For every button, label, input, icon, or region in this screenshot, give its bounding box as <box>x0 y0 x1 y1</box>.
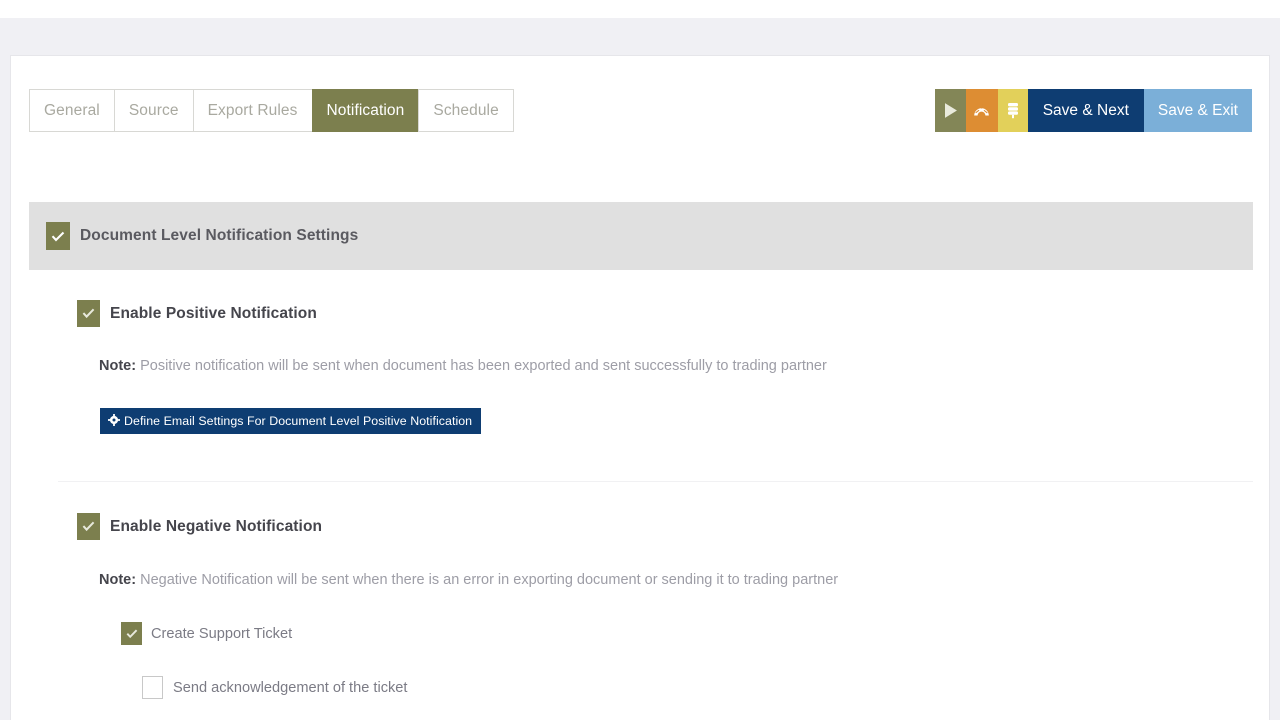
play-icon <box>944 103 957 118</box>
create-support-ticket-checkbox[interactable] <box>121 622 142 645</box>
section-divider <box>58 481 1253 482</box>
tab-export-rules[interactable]: Export Rules <box>192 89 312 132</box>
section-title: Document Level Notification Settings <box>80 227 359 244</box>
tab-bar: General Source Export Rules Notification… <box>29 89 514 132</box>
create-support-ticket-row: Create Support Ticket <box>121 622 292 645</box>
top-strip <box>0 0 1280 18</box>
positive-note-label: Note: <box>99 358 137 374</box>
tab-schedule[interactable]: Schedule <box>418 89 514 132</box>
settings-card: General Source Export Rules Notification… <box>10 55 1270 720</box>
save-and-exit-button[interactable]: Save & Exit <box>1143 89 1252 132</box>
enable-positive-notification-checkbox[interactable] <box>77 300 100 327</box>
dashboard-button[interactable] <box>965 89 998 132</box>
positive-note-text: Positive notification will be sent when … <box>140 358 827 374</box>
action-button-group: Save & Next Save & Exit <box>934 89 1252 132</box>
enable-positive-notification-label: Enable Positive Notification <box>110 304 317 322</box>
define-positive-email-settings-button[interactable]: Define Email Settings For Document Level… <box>100 408 482 434</box>
define-positive-email-settings-label: Define Email Settings For Document Level… <box>124 414 473 428</box>
section-checkbox[interactable] <box>46 222 70 250</box>
app-page: General Source Export Rules Notification… <box>0 0 1280 720</box>
tab-general[interactable]: General <box>29 89 114 132</box>
negative-notification-note: Note: Negative Notification will be sent… <box>99 572 838 588</box>
database-icon <box>1007 102 1019 119</box>
save-and-next-button[interactable]: Save & Next <box>1027 89 1144 132</box>
enable-negative-notification-checkbox[interactable] <box>77 513 100 540</box>
tab-notification[interactable]: Notification <box>311 89 419 132</box>
negative-note-text: Negative Notification will be sent when … <box>140 572 839 588</box>
send-acknowledgement-row: Send acknowledgement of the ticket <box>142 676 407 699</box>
dashboard-gauge-icon <box>973 102 990 119</box>
enable-negative-notification-label: Enable Negative Notification <box>110 517 323 535</box>
positive-notification-note: Note: Positive notification will be sent… <box>99 358 827 374</box>
tab-source[interactable]: Source <box>113 89 193 132</box>
enable-positive-notification-row: Enable Positive Notification <box>77 300 317 327</box>
gear-icon <box>108 413 120 429</box>
enable-negative-notification-row: Enable Negative Notification <box>77 513 322 540</box>
negative-note-label: Note: <box>99 572 137 588</box>
send-acknowledgement-checkbox[interactable] <box>142 676 163 699</box>
send-acknowledgement-label: Send acknowledgement of the ticket <box>173 679 408 696</box>
database-button[interactable] <box>997 89 1028 132</box>
create-support-ticket-label: Create Support Ticket <box>151 625 293 642</box>
document-level-notification-settings-header: Document Level Notification Settings <box>29 202 1253 270</box>
play-button[interactable] <box>934 89 966 132</box>
